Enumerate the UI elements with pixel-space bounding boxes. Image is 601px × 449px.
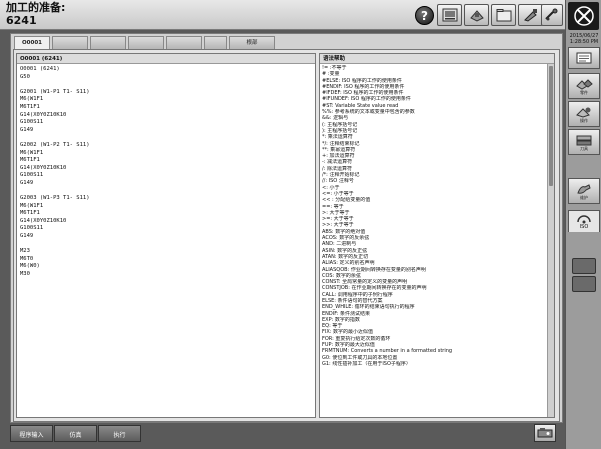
iso-program-icon [577, 214, 591, 223]
iso-tab-label: ISO [579, 223, 589, 230]
program-line[interactable]: G149 [20, 233, 312, 241]
measure-icon [545, 8, 558, 21]
tool-data-icon [576, 135, 592, 145]
tab-program-o0001[interactable]: O0001 [14, 36, 50, 49]
program-line[interactable]: G100S11 [20, 172, 312, 180]
execute-label: 执行 [113, 432, 126, 439]
tab-empty-3[interactable] [128, 36, 164, 49]
program-line[interactable]: M6(W1F1 [20, 96, 312, 104]
program-line[interactable]: G14(X0Y0Z10K10 [20, 165, 312, 173]
syntax-help-panel: 语法帮助 != :不等于 # :变量 #ELSE: ISO 程序的工作的使用条件 #E… [319, 53, 555, 418]
program-line[interactable]: G2002 (W1-P2 T1- S11) [20, 142, 312, 150]
program-line[interactable]: G50 [20, 74, 312, 82]
app-screen: 加工的准备: 6241 ? 2015/06/27 1:28:50 PM 零件 操… [0, 0, 601, 449]
program-line[interactable]: G149 [20, 127, 312, 135]
tab-empty-1[interactable] [52, 36, 88, 49]
tool-icon [523, 9, 537, 22]
help-button[interactable]: ? [415, 6, 434, 25]
syntax-item[interactable]: G1: 线性插补加工（在用于ISO子程序） [322, 361, 546, 367]
tool-button[interactable] [518, 4, 543, 26]
syntax-scroll-thumb[interactable] [549, 66, 553, 186]
folder-icon [496, 9, 511, 22]
program-line[interactable]: M6T1F1 [20, 157, 312, 165]
program-line[interactable]: M6(W1F1 [20, 150, 312, 158]
program-line[interactable]: G149 [20, 180, 312, 188]
side-action-button-1[interactable] [572, 258, 596, 274]
tool-data-label: 刀具 [580, 145, 588, 151]
maintenance-button[interactable]: 维护 [568, 178, 600, 204]
program-line[interactable]: M6(W1F1 [20, 203, 312, 211]
program-line[interactable]: M6T1F1 [20, 210, 312, 218]
program-list-icon [576, 52, 592, 64]
program-line[interactable]: G14(X0Y0Z10K10 [20, 112, 312, 120]
parts-icon [576, 78, 593, 90]
machine-logo-button[interactable] [568, 2, 599, 30]
program-editor[interactable]: O0001 (6241) O0001 (6241) G50 G2001 (W1-P… [16, 53, 316, 418]
hand-tool-icon [577, 183, 591, 194]
tab-root[interactable]: 根部 [229, 36, 275, 49]
program-line[interactable]: M6T0 [20, 256, 312, 264]
operations-icon [576, 107, 591, 118]
machine-icon [469, 10, 484, 22]
program-input-button[interactable]: 程序输入 [10, 425, 53, 442]
measure-button[interactable] [541, 4, 563, 26]
program-line[interactable]: G100S11 [20, 225, 312, 233]
cross-arrows-icon [573, 6, 594, 26]
operations-label: 操作 [580, 117, 588, 123]
right-sidebar: 2015/06/27 1:28:50 PM 零件 操作 刀具 维护 ISO [565, 0, 601, 449]
execute-button[interactable]: 执行 [98, 425, 141, 442]
header-bar: 加工的准备: 6241 ? [0, 0, 565, 30]
program-line[interactable]: M6T1F1 [20, 104, 312, 112]
parts-label: 零件 [580, 89, 588, 95]
tab-empty-2[interactable] [90, 36, 126, 49]
program-line[interactable]: G14(X0Y0Z10K10 [20, 218, 312, 226]
syntax-scrollbar[interactable] [547, 64, 554, 417]
parts-button[interactable]: 零件 [568, 73, 600, 99]
maintenance-label: 维护 [580, 194, 588, 200]
image-view-button[interactable] [437, 4, 462, 26]
simulate-button[interactable]: 仿真 [54, 425, 97, 442]
program-line[interactable] [20, 81, 312, 89]
image-view-icon [442, 8, 457, 22]
datetime: 2015/06/27 1:28:50 PM [567, 33, 601, 45]
program-tabs: O0001 根部 [11, 36, 562, 49]
program-line[interactable]: M30 [20, 271, 312, 279]
syntax-help-list[interactable]: != :不等于 # :变量 #ELSE: ISO 程序的工作的使用条件 #ENDIF:… [320, 64, 548, 417]
program-text[interactable]: O0001 (6241) G50 G2001 (W1-P1 T1- S11) M6(… [17, 64, 315, 281]
tab-empty-5[interactable] [204, 36, 227, 49]
program-line[interactable]: O0001 (6241) [20, 66, 312, 74]
machine-button[interactable] [464, 4, 489, 26]
simulate-label: 仿真 [69, 432, 82, 439]
program-line[interactable]: G100S11 [20, 119, 312, 127]
editor-area: O0001 (6241) O0001 (6241) G50 G2001 (W1-P… [13, 49, 560, 422]
operations-button[interactable]: 操作 [568, 101, 600, 127]
machine-status-icon [537, 428, 553, 438]
program-number: 6241 [6, 14, 37, 27]
main-panel: O0001 根部 O0001 (6241) O0001 (6241) G50 G2… [10, 33, 563, 423]
program-line[interactable] [20, 134, 312, 142]
program-list-button[interactable] [568, 47, 600, 69]
program-line[interactable]: M6(W0) [20, 263, 312, 271]
machine-status-button[interactable] [534, 424, 556, 442]
iso-tab[interactable]: ISO [568, 210, 600, 232]
program-line[interactable] [20, 241, 312, 249]
tab-empty-4[interactable] [166, 36, 202, 49]
program-line[interactable]: G2001 (W1-P1 T1- S11) [20, 89, 312, 97]
program-line[interactable] [20, 188, 312, 196]
program-editor-header: O0001 (6241) [17, 54, 315, 64]
program-input-label: 程序输入 [19, 432, 44, 439]
tool-data-button[interactable]: 刀具 [568, 129, 600, 155]
page-title: 加工的准备: [6, 1, 66, 14]
time-text: 1:28:50 PM [569, 39, 599, 45]
program-line[interactable]: M23 [20, 248, 312, 256]
side-action-button-2[interactable] [572, 276, 596, 292]
program-line[interactable]: G2003 (W1-P3 T1- S11) [20, 195, 312, 203]
syntax-help-header: 语法帮助 [320, 54, 554, 64]
folder-button[interactable] [491, 4, 516, 26]
